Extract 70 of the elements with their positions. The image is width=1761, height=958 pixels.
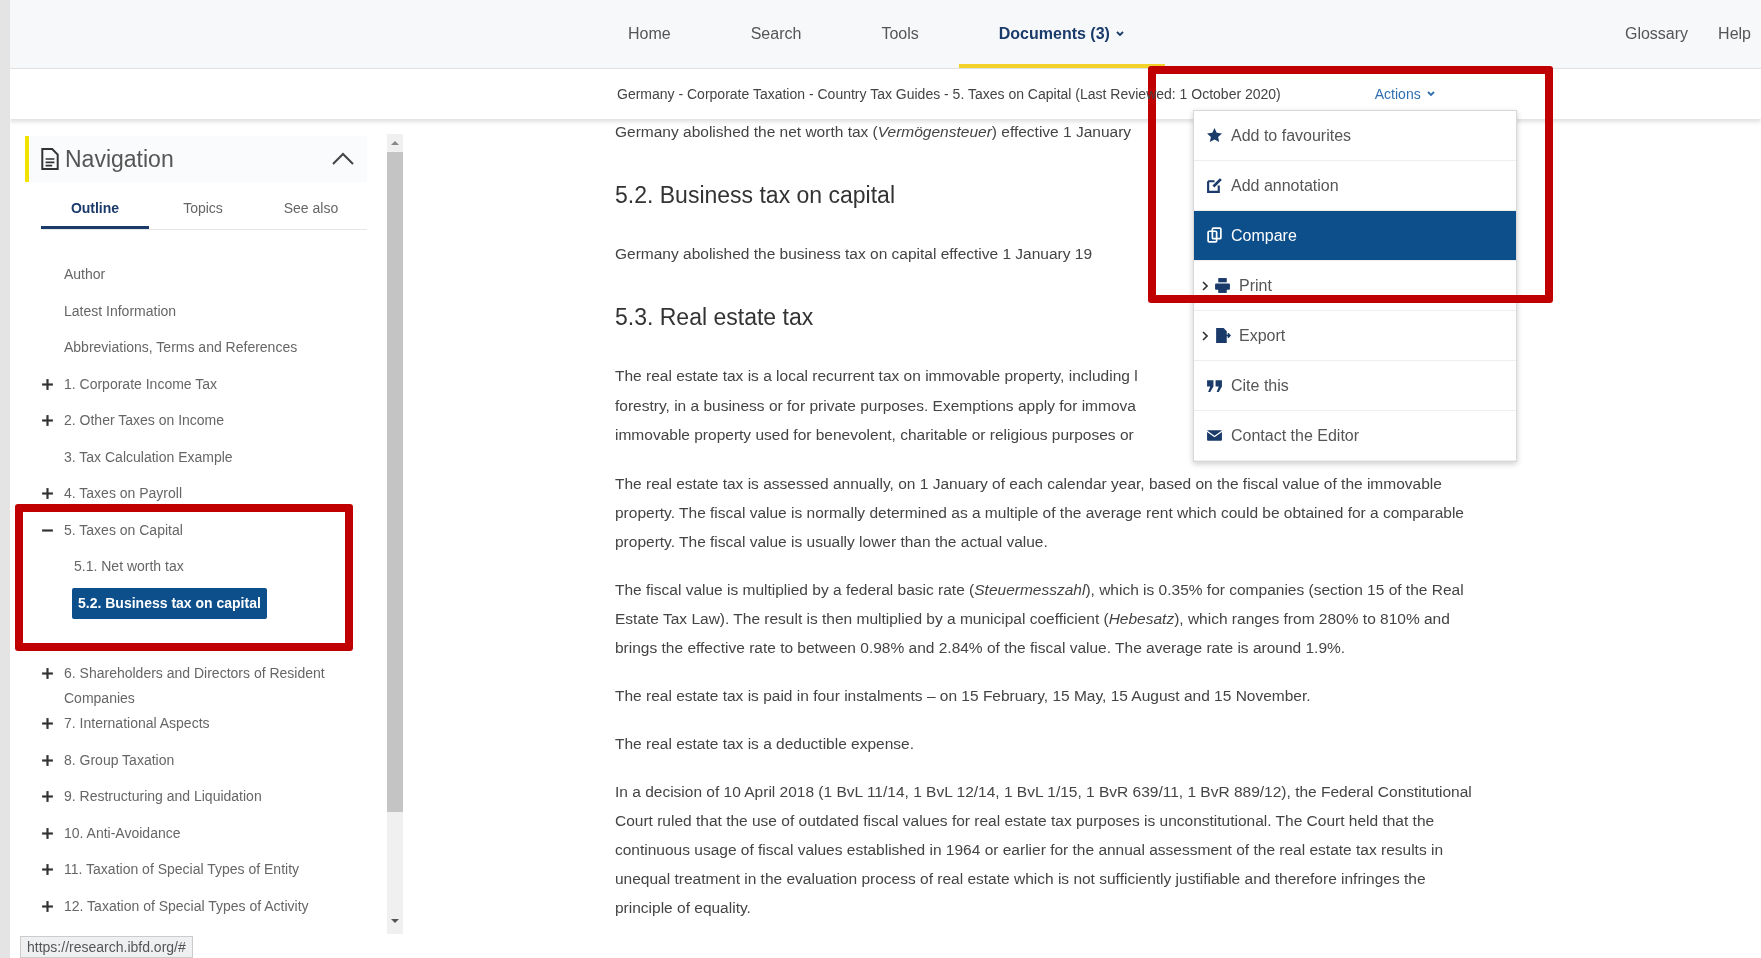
scroll-down-icon[interactable] xyxy=(390,918,400,924)
menu-item[interactable]: Cite this xyxy=(1194,361,1516,411)
outline-item[interactable]: 4. Taxes on Payroll xyxy=(62,481,185,506)
panel-title: Navigation xyxy=(65,145,174,173)
plus-icon[interactable] xyxy=(41,863,54,876)
outline-item[interactable]: 12. Taxation of Special Types of Activity xyxy=(62,893,311,919)
chevron-icon[interactable] xyxy=(331,152,355,166)
plus-icon[interactable] xyxy=(41,487,54,500)
header-link[interactable]: Help xyxy=(1718,25,1751,43)
plus-icon[interactable] xyxy=(41,790,54,803)
edit-icon xyxy=(1206,177,1223,194)
header-link[interactable]: Glossary xyxy=(1624,25,1689,43)
outline-item[interactable]: 1. Corporate Income Tax xyxy=(62,371,220,397)
outline-item[interactable]: 5.2. Business tax on capital xyxy=(72,587,267,619)
plus-icon[interactable] xyxy=(41,826,54,840)
actions-button[interactable]: Actions xyxy=(1370,84,1440,104)
outline-item[interactable]: 7. International Aspects xyxy=(62,711,212,736)
panel-tab[interactable]: Topics xyxy=(149,190,257,229)
text-line: The real estate tax is a local recurrent tax on immovable property, including l xyxy=(615,366,1138,386)
outline-item[interactable]: Latest Information xyxy=(62,298,179,324)
copy-icon xyxy=(1206,227,1223,244)
paragraph: The real estate tax is paid in four instalments – on 15 February, 15 May, 15 August and 15 November. xyxy=(615,685,1311,706)
envelope-icon xyxy=(1206,427,1223,444)
outline-item[interactable]: 10. Anti-Avoidance xyxy=(62,820,183,846)
outline-item[interactable]: 5. Taxes on Capital xyxy=(62,517,185,543)
paragraph: The real estate tax is assessed annually, on 1 January of each calendar year, based on the fiscal value of the immovable property. The fiscal value is normally determined as a multiple of the average rent which could be obtained for a comparable property. The fiscal value is usually lower than the actual value. xyxy=(615,473,1465,552)
document-icon xyxy=(41,148,59,170)
status-url: https://research.ibfd.org/# xyxy=(20,936,193,958)
nav-tab[interactable]: Search xyxy=(710,0,842,68)
printer-icon xyxy=(1214,277,1231,294)
nav-tab[interactable]: Tools xyxy=(841,0,959,68)
menu-item[interactable]: Export xyxy=(1194,311,1516,361)
paragraph: Germany abolished the business tax on capital effective 1 January 19 xyxy=(615,244,1093,264)
panel-tab[interactable]: Outline xyxy=(41,190,149,229)
plus-icon[interactable] xyxy=(41,667,54,680)
export-icon xyxy=(1214,327,1231,344)
menu-item[interactable]: Print xyxy=(1194,261,1516,311)
outline-item[interactable]: 5.1. Net worth tax xyxy=(72,554,186,579)
section-heading: 5.2. Business tax on capital xyxy=(615,182,895,209)
menu-item[interactable]: Contact the Editor xyxy=(1194,411,1516,461)
caret-icon xyxy=(1425,89,1436,99)
nav-tab[interactable]: Home xyxy=(588,0,711,68)
menu-item[interactable]: Compare xyxy=(1194,211,1516,261)
outline-item[interactable]: 2. Other Taxes on Income xyxy=(62,408,227,433)
outline-item[interactable]: 8. Group Taxation xyxy=(62,747,177,773)
outline-item[interactable]: 3. Tax Calculation Example xyxy=(62,444,235,470)
plus-icon[interactable] xyxy=(41,753,54,767)
outline-item[interactable]: Author xyxy=(62,262,108,287)
text-line: immovable property used for benevolent, charitable or religious purposes or xyxy=(615,425,1135,445)
star-icon xyxy=(1206,127,1223,144)
scroll-thumb[interactable] xyxy=(387,152,403,812)
text-line: forestry, in a business or for private purposes. Exemptions apply for immova xyxy=(615,395,1137,416)
plus-icon[interactable] xyxy=(41,899,54,913)
paragraph: In a decision of 10 April 2018 (1 BvL 11/14, 1 BvL 12/14, 1 BvL 1/15, 1 BvR 639/11, 1 BvR 889/12), the Federal Constitutional Court ruled that the use of outdated fiscal values for real estate tax purposes is unconstitutional. The Court held that the continuous usage of fiscal values established in 1964 or earlier for the annual assessment of the real estate tax results in unequal treatment in the evaluation process of real estate which is not sufficiently justifiable and therefore infringes the principle of equality. xyxy=(615,781,1473,918)
paragraph: The real estate tax is a deductible expense. xyxy=(615,733,914,754)
plus-icon[interactable] xyxy=(41,717,54,730)
plus-icon[interactable] xyxy=(41,377,54,391)
panel-tab[interactable]: See also xyxy=(257,190,365,229)
quote-icon xyxy=(1206,377,1223,394)
outline-item[interactable]: Abbreviations, Terms and References xyxy=(62,335,300,360)
scrollbar[interactable] xyxy=(387,134,403,934)
menu-item[interactable]: Add to favourites xyxy=(1194,111,1516,161)
section-heading: 5.3. Real estate tax xyxy=(615,304,814,331)
scroll-up-icon[interactable] xyxy=(390,140,400,146)
outline-item[interactable]: 11. Taxation of Special Types of Entity xyxy=(62,857,302,882)
paragraph: The fiscal value is multiplied by a federal basic rate (Steuermesszahl), which is 0.35% for companies (section 15 of the Real Estate Tax Law). The result is then multiplied by a municipal coefficient (Hebesatz), which ranges from 280% to 810% and brings the effective rate to between 0.98% and 2.84% of the fiscal value. The average rate is around 1.9%. xyxy=(615,579,1465,658)
outline-item[interactable]: 6. Shareholders and Directors of Resident Companies xyxy=(62,661,341,711)
paragraph: Germany abolished the net worth tax (Vermögensteuer) effective 1 January xyxy=(615,122,1132,142)
outline-item[interactable]: 9. Restructuring and Liquidation xyxy=(62,784,264,809)
plus-icon[interactable] xyxy=(41,414,54,427)
